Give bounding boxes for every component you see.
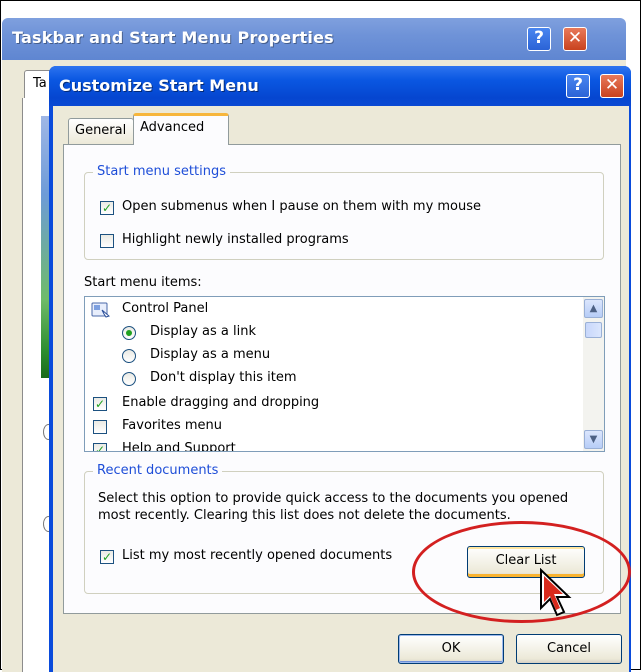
recent-documents-label: Recent documents	[93, 463, 223, 478]
radio-display-as-menu[interactable]	[122, 349, 136, 363]
tab-general-label: General	[75, 123, 127, 138]
list-item-control-panel[interactable]: Control Panel	[122, 301, 208, 316]
ok-label: OK	[441, 641, 461, 656]
close-icon: ✕	[567, 28, 583, 48]
enable-drag-drop-checkbox[interactable]: ✓	[93, 397, 107, 411]
highlight-new-programs-checkbox[interactable]	[100, 234, 114, 248]
highlight-new-programs-label: Highlight newly installed programs	[122, 232, 349, 247]
annotation-highlight-ellipse	[412, 521, 631, 623]
list-recent-documents-checkbox[interactable]: ✓	[100, 550, 114, 564]
open-submenus-label: Open submenus when I pause on them with …	[122, 199, 482, 214]
cancel-button[interactable]: Cancel	[516, 634, 622, 664]
radio-dont-display[interactable]	[122, 372, 136, 386]
list-scrollbar[interactable]	[583, 297, 604, 451]
open-submenus-checkbox[interactable]: ✓	[100, 201, 114, 215]
list-item-display-as-menu[interactable]: Display as a menu	[150, 347, 270, 362]
control-panel-icon	[91, 301, 111, 319]
chevron-up-icon: ▲	[589, 303, 598, 314]
list-item-dont-display[interactable]: Don't display this item	[150, 370, 297, 385]
dialog-help-button[interactable]: ?	[566, 74, 590, 98]
help-icon: ?	[573, 75, 583, 95]
list-item-help-support[interactable]: Help and Support	[122, 441, 236, 451]
ok-button[interactable]: OK	[398, 634, 504, 664]
radio-display-as-link[interactable]	[122, 326, 136, 340]
tab-advanced[interactable]: Advanced	[133, 113, 229, 145]
cancel-label: Cancel	[546, 641, 592, 656]
mouse-cursor-icon	[538, 567, 572, 622]
scroll-thumb[interactable]	[585, 322, 602, 338]
scroll-up-button[interactable]: ▲	[584, 299, 603, 318]
start-menu-settings-label: Start menu settings	[93, 164, 231, 179]
help-icon: ?	[534, 28, 544, 48]
scroll-down-button[interactable]: ▼	[584, 430, 603, 449]
recent-documents-description: Select this option to provide quick acce…	[98, 491, 569, 523]
list-item-clip: ✓ Help and Support	[86, 441, 581, 451]
background-help-button[interactable]: ?	[527, 27, 551, 51]
background-close-button[interactable]: ✕	[563, 27, 587, 51]
background-dialog-title: Taskbar and Start Menu Properties	[12, 28, 334, 47]
list-recent-documents-label: List my most recently opened documents	[122, 548, 393, 563]
help-support-checkbox[interactable]: ✓	[93, 443, 107, 451]
background-tab-label: Ta	[33, 76, 47, 91]
tab-advanced-label: Advanced	[140, 120, 205, 135]
start-menu-items-label: Start menu items:	[84, 275, 202, 290]
list-item-enable-drag-drop[interactable]: Enable dragging and dropping	[122, 395, 319, 410]
list-item-display-as-link[interactable]: Display as a link	[150, 324, 256, 339]
favorites-menu-checkbox[interactable]	[93, 420, 107, 434]
tab-general[interactable]: General	[68, 118, 134, 144]
list-item-favorites-menu[interactable]: Favorites menu	[122, 418, 222, 433]
chevron-down-icon: ▼	[589, 434, 598, 445]
dialog-close-button[interactable]: ✕	[600, 74, 624, 98]
close-icon: ✕	[604, 75, 620, 95]
dialog-title: Customize Start Menu	[59, 76, 259, 95]
